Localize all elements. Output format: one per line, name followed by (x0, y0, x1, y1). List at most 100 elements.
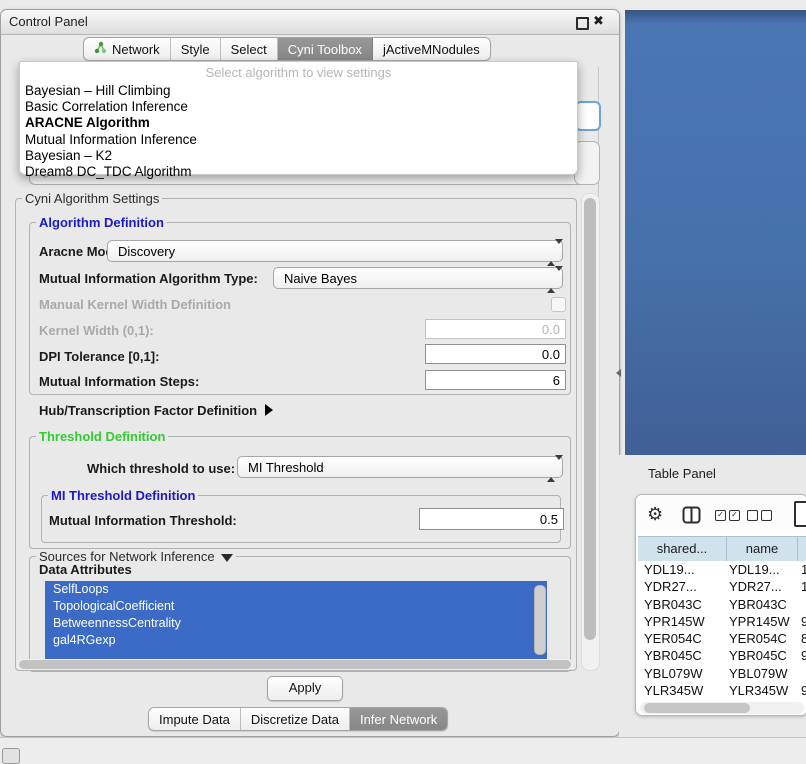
which-threshold-label: Which threshold to use: (87, 461, 235, 476)
tab-network[interactable]: Network (84, 38, 171, 60)
table-cell[interactable]: 9. (798, 682, 806, 699)
table-cell[interactable]: YBR043C (638, 596, 727, 613)
tab-network-label: Network (112, 42, 160, 57)
table-row[interactable]: YBR045CYBR045C9. (638, 647, 806, 664)
table-cell[interactable]: YDR27... (727, 578, 798, 595)
focused-combo-fragment[interactable] (575, 101, 601, 131)
table-cell[interactable]: YBR045C (638, 647, 727, 664)
settings-vertical-scrollbar-thumb[interactable] (584, 198, 596, 640)
deselect-all-icon[interactable] (747, 510, 772, 521)
mi-threshold-field[interactable] (419, 508, 564, 530)
table-cell[interactable]: YER054C (727, 630, 798, 647)
table-row[interactable]: YBR043CYBR043C (638, 596, 806, 613)
table-row[interactable]: YPR145WYPR145W9. (638, 613, 806, 630)
table-cell[interactable]: 13 (798, 561, 806, 578)
tab-select[interactable]: Select (221, 38, 278, 60)
column-header[interactable]: shared... (638, 537, 727, 562)
table-panel-card: ⚙ ✓✓ shared... name YDL19...YDL19...13YD… (635, 494, 806, 716)
table-panel-title: Table Panel (648, 466, 716, 481)
splitter-collapse-icon[interactable] (616, 369, 621, 377)
list-item[interactable]: BetweennessCentrality (45, 615, 547, 632)
bottom-strip (0, 737, 806, 763)
table-cell[interactable]: YIL052C (638, 699, 727, 701)
network-view-background: GALGAL80GAL10GAL1GAL11SWI4GAL4GCY1HAP4YH… (625, 10, 806, 455)
mi-algorithm-type-label: Mutual Information Algorithm Type: (39, 271, 258, 286)
table-cell[interactable]: YBR045C (727, 647, 798, 664)
table-cell[interactable]: 8. (798, 630, 806, 647)
select-all-icon[interactable]: ✓✓ (715, 510, 740, 521)
column-header[interactable]: name (727, 537, 798, 562)
algorithm-option-selected[interactable]: ARACNE Algorithm (23, 115, 575, 131)
table-cell[interactable]: YDL19... (638, 561, 727, 578)
table-cell[interactable]: 12 (798, 578, 806, 595)
column-header[interactable] (798, 537, 806, 562)
table-cell[interactable]: YLR345W (727, 682, 798, 699)
collapse-down-icon (221, 554, 233, 562)
network-icon (94, 41, 107, 57)
kernel-width-field[interactable] (425, 319, 566, 339)
table-cell[interactable] (798, 596, 806, 613)
list-item[interactable]: TopologicalCoefficient (45, 598, 547, 615)
algorithm-option[interactable]: Bayesian – Hill Climbing (23, 83, 575, 99)
settings-horizontal-scrollbar-thumb[interactable] (19, 660, 571, 669)
table-cell[interactable]: YIL052C (727, 699, 798, 701)
table-cell[interactable]: YPR145W (727, 613, 798, 630)
mi-algorithm-type-value: Naive Bayes (284, 271, 357, 286)
dpi-tolerance-label: DPI Tolerance [0,1]: (39, 349, 159, 364)
tab-jactivemnodules[interactable]: jActiveMNodules (373, 38, 490, 60)
table-cell[interactable]: YPR145W (638, 613, 727, 630)
table-cell[interactable]: YBL079W (638, 665, 727, 682)
table-cell[interactable]: YDR27... (638, 578, 727, 595)
close-icon[interactable]: ✖ (593, 13, 604, 29)
table-cell[interactable]: 9. (798, 647, 806, 664)
tab-style[interactable]: Style (171, 38, 221, 60)
table-row[interactable]: YLR345WYLR345W9. (638, 682, 806, 699)
aracne-mode-combo[interactable]: Discovery (107, 240, 563, 262)
control-panel-titlebar[interactable]: Control Panel ✖ (1, 10, 619, 35)
tab-impute-data[interactable]: Impute Data (149, 708, 241, 730)
mi-algorithm-type-combo[interactable]: Naive Bayes (273, 267, 563, 289)
tab-discretize-data[interactable]: Discretize Data (241, 708, 350, 730)
list-item[interactable]: gal4RGexp (45, 632, 547, 649)
table-cell[interactable]: 9. (798, 613, 806, 630)
combo-arrows-icon (547, 460, 556, 475)
hub-definition-toggle[interactable]: Hub/Transcription Factor Definition (39, 403, 273, 418)
mi-threshold-definition-title: MI Threshold Definition (48, 488, 198, 503)
dpi-tolerance-field[interactable] (425, 344, 566, 364)
manual-kernel-width-label: Manual Kernel Width Definition (39, 297, 231, 312)
mi-steps-field[interactable] (425, 370, 566, 390)
cyni-algorithm-settings-title: Cyni Algorithm Settings (22, 191, 162, 206)
table-cell[interactable]: YLR345W (638, 682, 727, 699)
table-row[interactable]: YDR27...YDR27...12 (638, 578, 806, 595)
tab-cyni-toolbox[interactable]: Cyni Toolbox (278, 38, 373, 60)
table-cell[interactable]: YER054C (638, 630, 727, 647)
table-cell[interactable]: YDL19... (727, 561, 798, 578)
cyni-bottom-tabs: Impute Data Discretize Data Infer Networ… (148, 707, 448, 731)
columns-icon[interactable] (682, 506, 701, 529)
table-row[interactable]: YIL052CYIL052C9 (638, 699, 806, 701)
algorithm-option[interactable]: Dream8 DC_TDC Algorithm (23, 164, 575, 180)
algorithm-option[interactable]: Mutual Information Inference (23, 132, 575, 148)
which-threshold-value: MI Threshold (248, 460, 324, 475)
table-row[interactable]: YER054CYER054C8. (638, 630, 806, 647)
list-item[interactable]: SelfLoops (45, 581, 547, 598)
table-cell[interactable]: YBR043C (727, 596, 798, 613)
apply-button[interactable]: Apply (267, 676, 343, 701)
table-row[interactable]: YDL19...YDL19...13 (638, 561, 806, 578)
algorithm-option[interactable]: Basic Correlation Inference (23, 99, 575, 115)
which-threshold-combo[interactable]: MI Threshold (237, 456, 563, 478)
algorithm-option[interactable]: Bayesian – K2 (23, 148, 575, 164)
table-cell[interactable] (798, 665, 806, 682)
float-window-icon[interactable] (576, 17, 589, 30)
list-scrollbar-thumb[interactable] (534, 585, 546, 655)
table-horizontal-scrollbar-thumb[interactable] (644, 703, 750, 713)
tab-infer-network[interactable]: Infer Network (350, 708, 447, 730)
table-cell[interactable]: YBL079W (727, 665, 798, 682)
table-header-row: shared... name (638, 536, 806, 563)
control-panel-tabs: Network Style Select Cyni Toolbox jActiv… (83, 37, 491, 61)
table-row[interactable]: YBL079WYBL079W (638, 665, 806, 682)
manual-kernel-width-checkbox[interactable] (551, 297, 566, 312)
document-icon[interactable] (794, 501, 806, 527)
gear-icon[interactable]: ⚙ (647, 504, 663, 525)
table-cell[interactable]: 9 (798, 699, 806, 701)
